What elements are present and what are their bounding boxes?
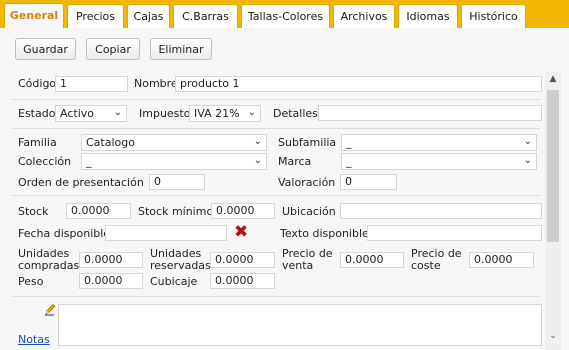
divider [12, 128, 540, 129]
peso-input[interactable]: 0.0000 [79, 273, 143, 289]
nombre-input[interactable]: producto 1 [175, 76, 542, 92]
impuesto-select[interactable]: IVA 21% ⌄ [189, 105, 261, 122]
orden-label: Orden de presentación [18, 176, 144, 189]
marca-select[interactable]: _ ⌄ [341, 153, 537, 170]
tab-historico[interactable]: Histórico [461, 4, 526, 28]
unidades-reservadas-input[interactable]: 0.0000 [210, 252, 275, 268]
precio-venta-input[interactable]: 0.0000 [340, 252, 404, 268]
stock-label: Stock [18, 205, 49, 218]
estado-select[interactable]: Activo ⌄ [55, 105, 127, 122]
chevron-down-icon: ⌄ [523, 136, 532, 147]
marca-label: Marca [278, 155, 312, 168]
unidades-compradas-label: Unidades compradas [18, 248, 79, 272]
tab-archivos[interactable]: Archivos [333, 4, 395, 28]
precio-coste-label-line2: coste [411, 259, 441, 272]
peso-label: Peso [18, 275, 44, 288]
tab-precios[interactable]: Precios [67, 4, 124, 28]
nombre-label: Nombre [134, 77, 178, 90]
precio-venta-label-line2: venta [282, 259, 314, 272]
valoracion-input[interactable]: 0 [340, 174, 397, 190]
copy-button[interactable]: Copiar [86, 38, 140, 60]
cubicaje-label: Cubicaje [150, 275, 198, 288]
ubicacion-input[interactable] [340, 203, 542, 219]
save-button[interactable]: Guardar [15, 38, 76, 60]
chevron-down-icon: ⌄ [253, 155, 262, 166]
scrollbar-thumb[interactable] [547, 90, 559, 242]
familia-select[interactable]: Catalogo ⌄ [81, 134, 267, 151]
notas-link[interactable]: Notas [18, 333, 50, 346]
pencil-icon[interactable] [44, 303, 56, 316]
coleccion-label: Colección [18, 155, 72, 168]
coleccion-value: _ [86, 155, 92, 168]
divider [12, 195, 540, 196]
detalles-input[interactable] [318, 105, 542, 121]
divider [12, 296, 540, 297]
fecha-disponible-input[interactable] [105, 225, 227, 241]
chevron-down-icon: ⌄ [247, 107, 256, 118]
tab-cajas[interactable]: Cajas [127, 4, 170, 28]
subfamilia-value: _ [346, 136, 352, 149]
tab-cbarras[interactable]: C.Barras [173, 4, 238, 28]
texto-disponible-input[interactable] [367, 225, 542, 241]
subfamilia-label: Subfamilia [278, 136, 337, 149]
scroll-up-icon[interactable]: ▲ [547, 74, 559, 84]
tab-general[interactable]: General [4, 3, 64, 29]
fecha-disponible-label: Fecha disponible [18, 227, 111, 240]
valoracion-label: Valoración [278, 176, 336, 189]
estado-value: Activo [60, 107, 94, 120]
unidades-reservadas-label: Unidades reservadas [150, 248, 211, 272]
codigo-input[interactable]: 1 [55, 76, 128, 92]
notas-textarea[interactable] [58, 304, 542, 346]
x-icon[interactable]: ✖ [234, 224, 248, 241]
scroll-down-icon[interactable]: ⌄ [547, 331, 559, 341]
unidades-compradas-label-line2: compradas [18, 259, 80, 272]
divider [12, 99, 540, 100]
codigo-label: Código [18, 77, 57, 90]
familia-value: Catalogo [86, 136, 135, 149]
impuesto-label: Impuesto [139, 107, 191, 120]
unidades-compradas-input[interactable]: 0.0000 [79, 252, 143, 268]
tab-tallas-colores[interactable]: Tallas-Colores [241, 4, 330, 28]
impuesto-value: IVA 21% [194, 107, 240, 120]
unidades-reservadas-label-line2: reservadas [150, 259, 211, 272]
familia-label: Familia [18, 136, 57, 149]
chevron-down-icon: ⌄ [523, 155, 532, 166]
chevron-down-icon: ⌄ [253, 136, 262, 147]
detalles-label: Detalles [273, 107, 318, 120]
marca-value: _ [346, 155, 352, 168]
stock-input[interactable]: 0.0000 [66, 203, 131, 219]
ubicacion-label: Ubicación [282, 205, 336, 218]
texto-disponible-label: Texto disponible [280, 227, 369, 240]
subfamilia-select[interactable]: _ ⌄ [341, 134, 537, 151]
stock-minimo-input[interactable]: 0.0000 [211, 203, 275, 219]
precio-venta-label: Precio de venta [282, 248, 333, 272]
coleccion-select[interactable]: _ ⌄ [81, 153, 267, 170]
stock-minimo-label: Stock mínimo [138, 205, 214, 218]
chevron-down-icon: ⌄ [113, 107, 122, 118]
precio-coste-label: Precio de coste [411, 248, 462, 272]
precio-coste-input[interactable]: 0.0000 [469, 252, 534, 268]
delete-button[interactable]: Eliminar [150, 38, 212, 60]
orden-input[interactable]: 0 [149, 174, 205, 190]
cubicaje-input[interactable]: 0.0000 [210, 273, 275, 289]
estado-label: Estado [18, 107, 56, 120]
tab-idiomas[interactable]: Idiomas [398, 4, 458, 28]
